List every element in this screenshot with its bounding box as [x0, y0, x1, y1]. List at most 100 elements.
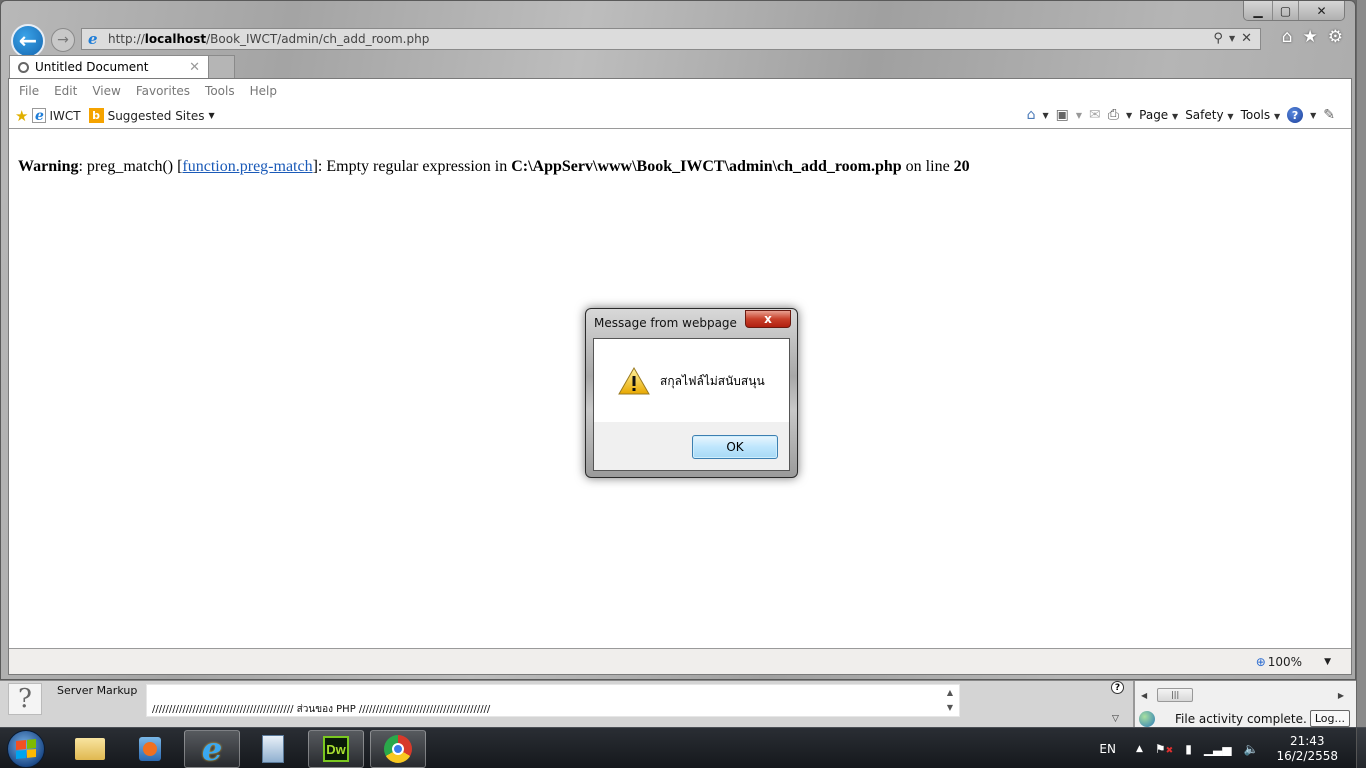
menu-bar: File Edit View Favorites Tools Help — [9, 79, 1351, 103]
window-caption-buttons: ▁ ▢ ✕ — [1243, 1, 1345, 21]
action-center-flag-icon[interactable]: ⚑✖ — [1155, 742, 1173, 756]
url-text[interactable]: http://localhost/Book_IWCT/admin/ch_add_… — [108, 32, 1213, 46]
forward-button[interactable]: → — [51, 28, 75, 52]
taskbar-windows-explorer[interactable] — [62, 730, 118, 768]
dialog-title: Message from webpage — [594, 316, 737, 330]
files-panel: ◀ ||| ▶ File activity complete. Log... — [1133, 681, 1356, 728]
log-button[interactable]: Log... — [1309, 710, 1350, 727]
favorites-star-icon[interactable]: ★ — [1303, 27, 1318, 47]
code-preview[interactable]: ////////////////////////////////////////… — [146, 684, 960, 717]
browser-tools: ⌂ ★ ⚙ — [1282, 27, 1343, 47]
help-icon[interactable]: ? — [1287, 107, 1304, 123]
page-menu[interactable]: Page ▼ — [1139, 108, 1178, 122]
print-icon[interactable]: ⎙ — [1108, 107, 1119, 123]
help-question-icon[interactable]: ? — [8, 683, 42, 715]
arrow-left-icon: ← — [18, 28, 38, 54]
scroll-right-icon[interactable]: ▶ — [1338, 691, 1344, 700]
dreamweaver-icon: Dw — [323, 736, 349, 762]
horizontal-scrollbar[interactable]: ◀ ||| ▶ — [1135, 687, 1344, 703]
menu-edit[interactable]: Edit — [54, 84, 77, 98]
alert-dialog: Message from webpage x สกุลไฟล์ไม่สนับสน… — [585, 308, 798, 478]
panel-expand-icon[interactable]: ▽ — [1112, 714, 1119, 724]
arrow-right-icon: → — [57, 32, 69, 48]
zoom-icon[interactable]: ⊕ — [1256, 655, 1266, 669]
tab-label: Untitled Document — [35, 60, 149, 74]
function-link[interactable]: function.preg-match — [182, 158, 312, 175]
language-indicator[interactable]: EN — [1099, 742, 1116, 756]
dropdown-icon[interactable]: ▼ — [1310, 111, 1316, 120]
scroll-left-icon[interactable]: ◀ — [1141, 691, 1147, 700]
taskbar-dreamweaver[interactable]: Dw — [308, 730, 364, 768]
minimize-button[interactable]: ▁ — [1244, 1, 1272, 20]
menu-tools[interactable]: Tools — [205, 84, 235, 98]
ie-icon: e — [201, 730, 223, 768]
favorite-iwct[interactable]: e IWCT — [32, 108, 81, 124]
menu-file[interactable]: File — [19, 84, 39, 98]
chrome-icon — [384, 735, 412, 763]
gear-icon[interactable]: ⚙ — [1328, 27, 1343, 47]
server-markup-label: Server Markup — [57, 684, 138, 697]
calculator-icon — [262, 735, 284, 763]
rss-feed-icon[interactable]: ▣ — [1056, 107, 1069, 123]
background-window-edge — [1356, 0, 1366, 727]
volume-icon[interactable]: 🔈 — [1244, 742, 1259, 756]
network-signal-icon[interactable]: ▁▃▅ — [1204, 742, 1232, 756]
panel-help-icon[interactable]: ? — [1111, 681, 1124, 694]
favorites-bar: ★ e IWCT b Suggested Sites ▼ ⌂ ▼ ▣ ▼ ✉ ⎙ ▼ … — [9, 103, 1351, 129]
close-window-button[interactable]: ✕ — [1298, 1, 1344, 20]
home-icon[interactable]: ⌂ — [1282, 27, 1293, 47]
dropdown-icon[interactable]: ▼ — [1076, 111, 1082, 120]
taskbar-calculator[interactable] — [245, 730, 301, 768]
start-button[interactable] — [7, 730, 45, 768]
loading-icon — [18, 61, 29, 73]
tab-untitled-document[interactable]: Untitled Document ✕ — [9, 55, 209, 78]
favorite-suggested-sites[interactable]: b Suggested Sites ▼ — [88, 108, 215, 123]
dropdown-icon[interactable]: ▼ — [1229, 31, 1235, 47]
research-icon[interactable]: ✎ — [1323, 107, 1335, 123]
site-globe-icon — [1139, 710, 1155, 727]
status-bar: ⊕ 100% ▼ — [9, 648, 1351, 674]
dialog-message-text: สกุลไฟล์ไม่สนับสนุน — [660, 373, 765, 388]
tools-menu[interactable]: Tools ▼ — [1241, 108, 1281, 122]
back-button[interactable]: ← — [11, 24, 45, 58]
show-desktop-button[interactable] — [1356, 728, 1366, 768]
code-scroll[interactable]: ▲ ▼ — [942, 685, 958, 715]
scroll-down-icon[interactable]: ▼ — [947, 703, 953, 712]
maximize-button[interactable]: ▢ — [1272, 1, 1298, 20]
bing-icon: b — [88, 108, 104, 123]
add-favorite-star-icon[interactable]: ★ — [15, 107, 28, 125]
dropdown-icon[interactable]: ▼ — [1126, 111, 1132, 120]
ie-page-icon: e — [32, 108, 47, 124]
dialog-close-button[interactable]: x — [745, 310, 791, 328]
taskbar: e Dw EN ▲ ⚑✖ ▮ ▁▃▅ 🔈 21:43 16/2/2558 — [0, 727, 1366, 768]
dropdown-icon: ▼ — [208, 111, 215, 120]
address-bar[interactable]: e http://localhost/Book_IWCT/admin/ch_ad… — [81, 28, 1261, 50]
taskbar-internet-explorer[interactable]: e — [184, 730, 240, 768]
stop-icon[interactable]: ✕ — [1241, 31, 1252, 47]
new-tab-button[interactable] — [209, 55, 235, 78]
php-warning: Warning: preg_match() [function.preg-mat… — [18, 158, 970, 175]
ok-button[interactable]: OK — [692, 435, 778, 459]
warning-icon — [618, 367, 650, 395]
scroll-thumb[interactable]: ||| — [1157, 688, 1194, 702]
command-bar: ⌂ ▼ ▣ ▼ ✉ ⎙ ▼ Page ▼ Safety ▼ Tools ▼ ? ▼ ✎ — [1027, 107, 1335, 123]
menu-favorites[interactable]: Favorites — [136, 84, 190, 98]
mail-icon[interactable]: ✉ — [1089, 107, 1101, 123]
menu-view[interactable]: View — [92, 84, 120, 98]
menu-help[interactable]: Help — [250, 84, 277, 98]
show-hidden-icons[interactable]: ▲ — [1136, 744, 1143, 754]
media-player-icon — [139, 737, 161, 761]
safety-menu[interactable]: Safety ▼ — [1185, 108, 1233, 122]
taskbar-chrome[interactable] — [370, 730, 426, 768]
taskbar-media-player[interactable] — [122, 730, 178, 768]
home-page-icon[interactable]: ⌂ — [1027, 107, 1036, 123]
dropdown-icon[interactable]: ▼ — [1043, 111, 1049, 120]
scroll-up-icon[interactable]: ▲ — [947, 688, 953, 697]
clock[interactable]: 21:43 16/2/2558 — [1276, 734, 1338, 764]
zoom-level[interactable]: 100% — [1268, 655, 1302, 669]
battery-icon[interactable]: ▮ — [1185, 742, 1192, 756]
close-tab-icon[interactable]: ✕ — [189, 60, 200, 75]
system-tray: EN ▲ ⚑✖ ▮ ▁▃▅ 🔈 21:43 16/2/2558 — [1099, 728, 1366, 768]
zoom-dropdown-icon[interactable]: ▼ — [1324, 657, 1331, 667]
search-icon[interactable]: ⚲ — [1213, 31, 1223, 47]
